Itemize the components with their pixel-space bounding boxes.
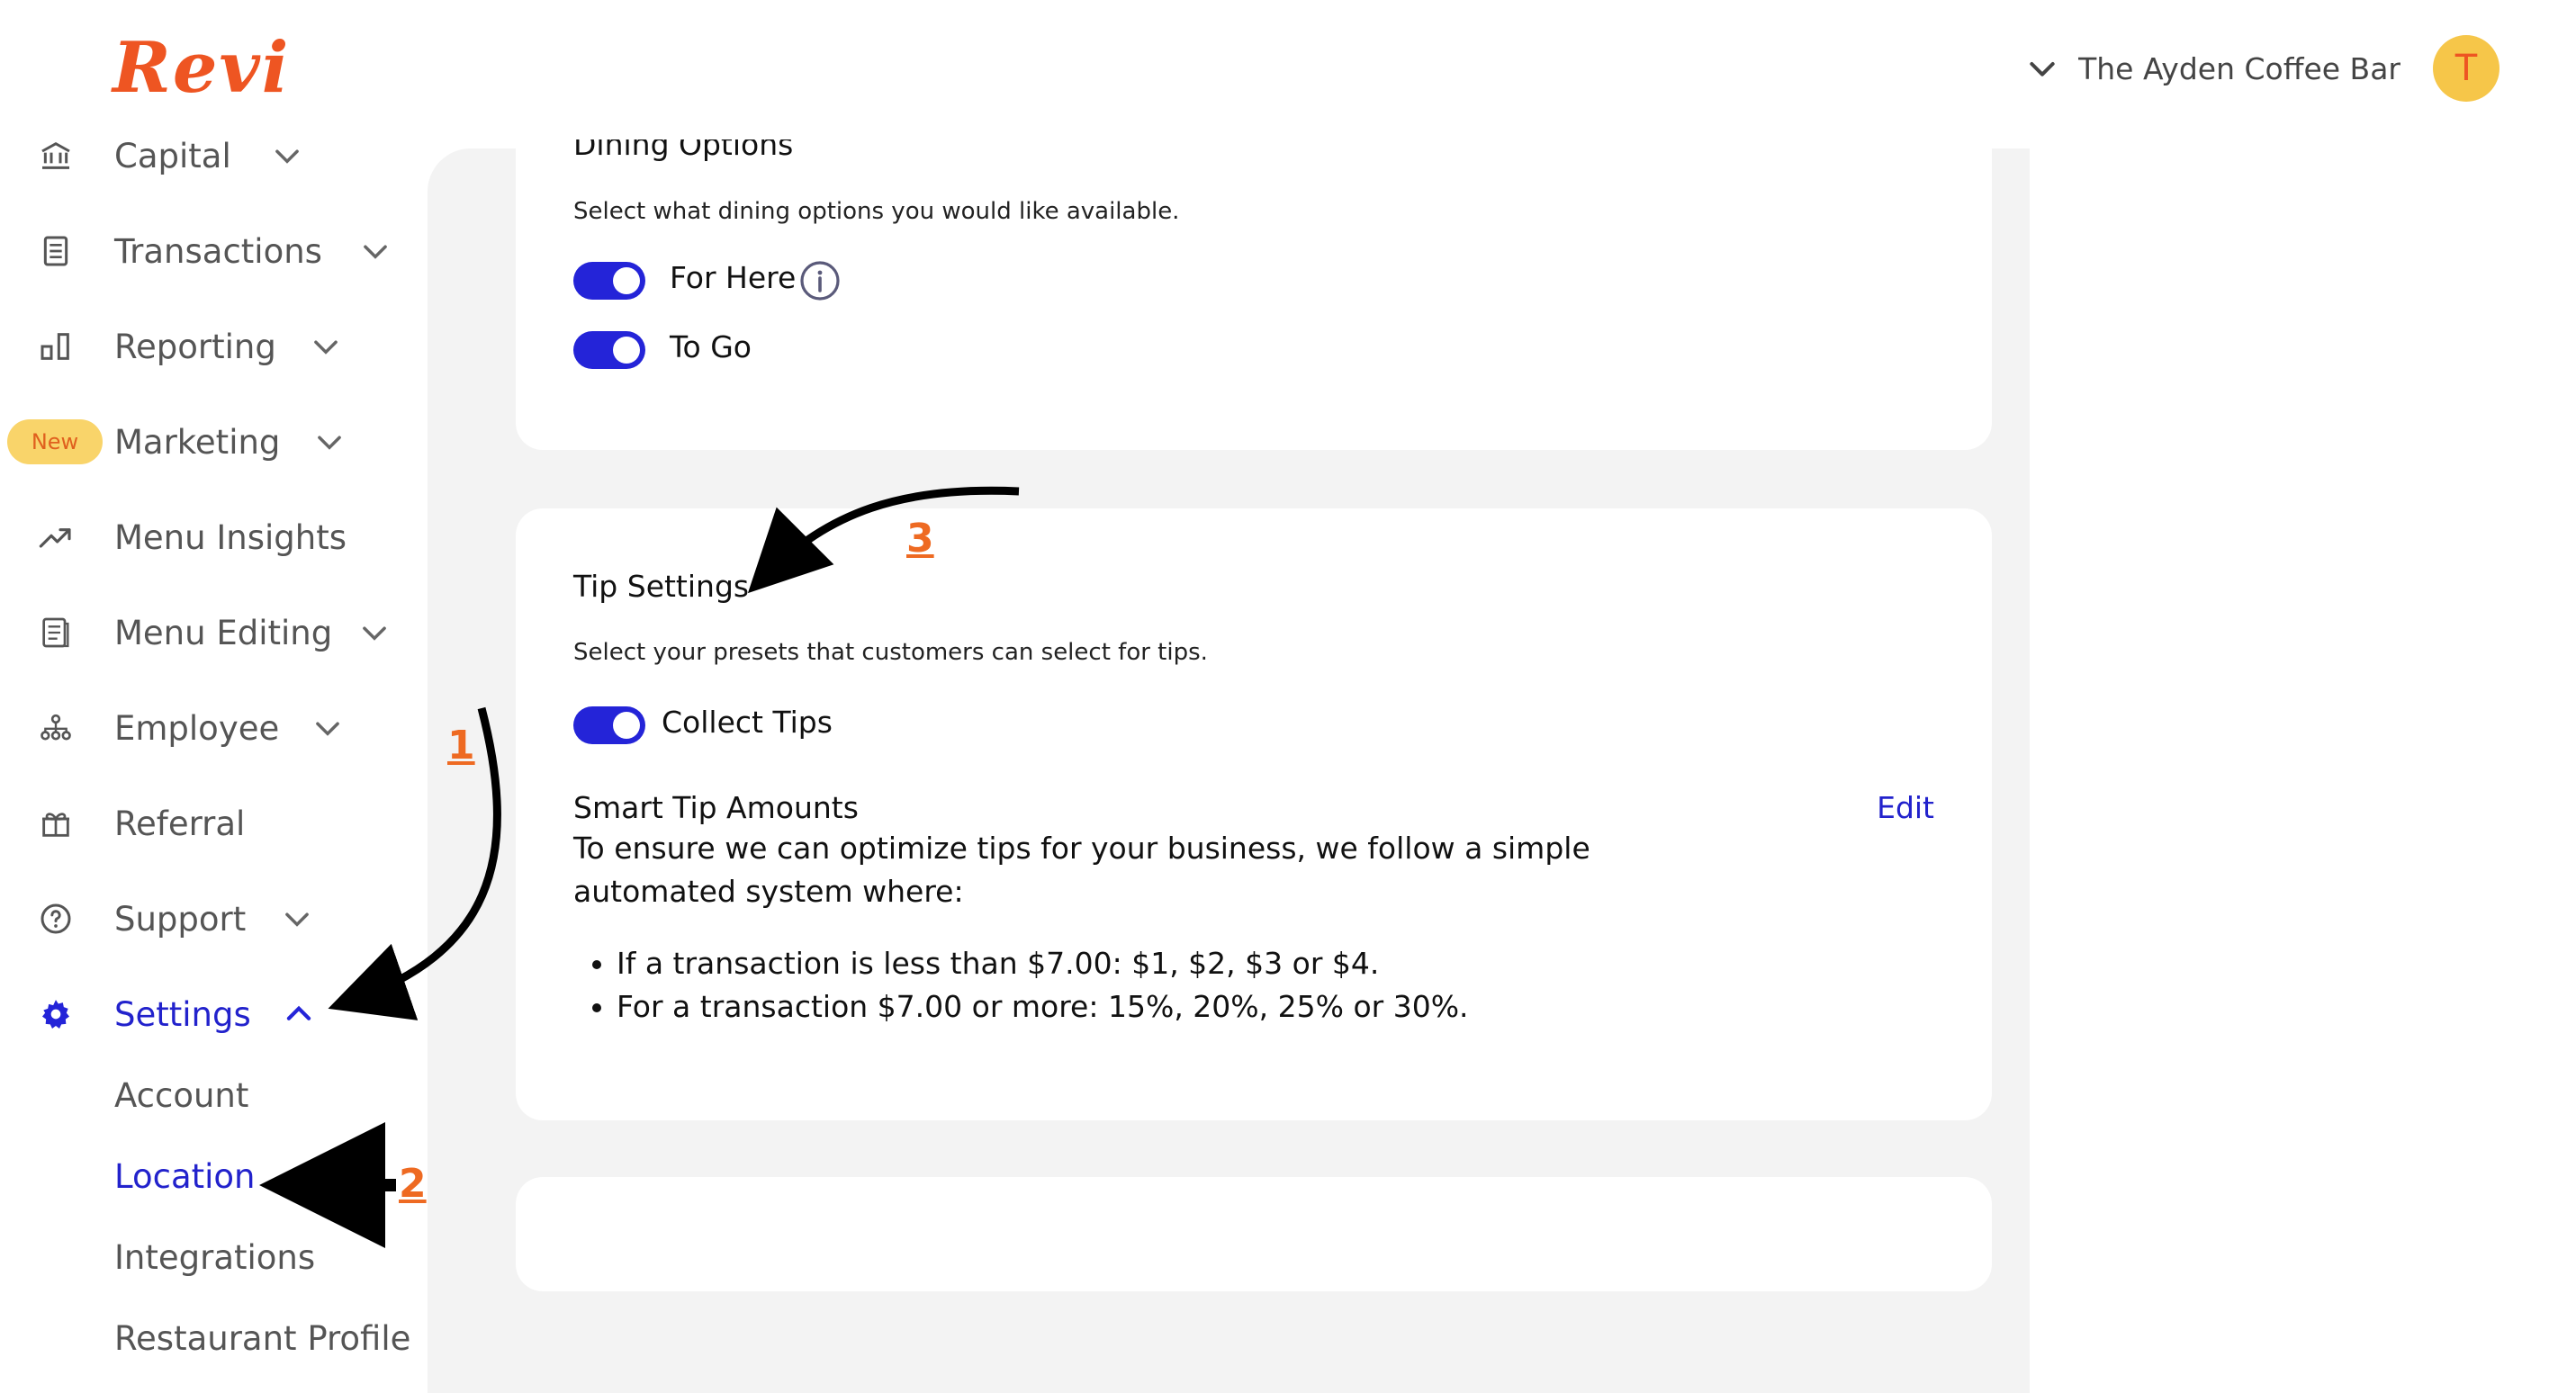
info-icon[interactable]	[798, 259, 842, 302]
step-2-label: 2	[399, 1161, 427, 1207]
sidebar-item-label: Menu Insights	[114, 517, 347, 557]
next-settings-card	[516, 1177, 1992, 1291]
bank-icon	[34, 134, 77, 177]
new-badge: New	[7, 419, 103, 464]
avatar[interactable]: T	[2433, 35, 2499, 102]
sidebar-item-label: Reporting	[114, 327, 276, 366]
collect-tips-label: Collect Tips	[662, 705, 833, 740]
dining-options-card: Dining Options Select what dining option…	[516, 139, 1992, 450]
dining-options-description: Select what dining options you would lik…	[573, 198, 1180, 225]
sidebar-item-label: Transactions	[114, 231, 322, 271]
tip-settings-description: Select your presets that customers can s…	[573, 639, 1208, 666]
chevron-down-icon[interactable]	[357, 616, 392, 650]
smart-tip-explanation: To ensure we can optimize tips for your …	[573, 831, 1590, 909]
edit-smart-tips-link[interactable]: Edit	[1877, 790, 1934, 825]
sidebar-item-reporting[interactable]: Reporting	[0, 315, 428, 378]
subnav-location[interactable]: Location	[114, 1157, 256, 1196]
trend-up-icon	[34, 516, 77, 559]
chevron-down-icon[interactable]	[309, 329, 343, 364]
sidebar-item-referral[interactable]: Referral	[0, 792, 428, 855]
sidebar-item-settings[interactable]: Settings	[0, 983, 428, 1046]
sidebar-item-marketing[interactable]: New Marketing	[0, 410, 428, 473]
sidebar-item-label: Capital	[114, 136, 231, 175]
sidebar-item-label: Support	[114, 899, 247, 939]
chevron-down-icon[interactable]	[312, 425, 347, 459]
sidebar-item-capital[interactable]: Capital	[0, 124, 428, 187]
chevron-down-icon[interactable]	[280, 902, 314, 936]
sidebar-item-label: Marketing	[114, 422, 281, 462]
sidebar-item-transactions[interactable]: Transactions	[0, 220, 428, 283]
dining-options-title: Dining Options	[573, 139, 794, 162]
chevron-down-icon[interactable]	[270, 139, 304, 173]
list-item: If a transaction is less than $7.00: $1,…	[617, 942, 1469, 985]
to-go-label: To Go	[670, 329, 752, 364]
sidebar-item-menu-editing[interactable]: Menu Editing	[0, 601, 428, 664]
subnav-integrations[interactable]: Integrations	[114, 1238, 315, 1277]
account-switcher[interactable]: The Ayden Coffee Bar T	[2024, 34, 2499, 103]
receipt-icon	[34, 229, 77, 273]
menu-card-icon	[34, 611, 77, 654]
sidebar-item-menu-insights[interactable]: Menu Insights	[0, 506, 428, 569]
tip-settings-title: Tip Settings	[573, 569, 750, 604]
main-content: Dining Options Select what dining option…	[428, 139, 2030, 1393]
to-go-toggle[interactable]	[573, 331, 645, 369]
chevron-down-icon[interactable]	[358, 234, 392, 268]
sidebar-item-label: Settings	[114, 994, 251, 1034]
step-3-label: 3	[906, 516, 934, 562]
smart-tip-amounts-title: Smart Tip Amounts	[573, 790, 859, 825]
chevron-down-icon[interactable]	[311, 711, 345, 745]
chevron-up-icon[interactable]	[282, 997, 316, 1031]
step-1-label: 1	[447, 723, 475, 768]
bar-chart-icon	[34, 325, 77, 368]
subnav-account[interactable]: Account	[114, 1076, 248, 1115]
gear-icon	[34, 993, 77, 1036]
sidebar-item-employee[interactable]: Employee	[0, 696, 428, 759]
list-item: For a transaction $7.00 or more: 15%, 20…	[617, 985, 1469, 1029]
gift-icon	[34, 802, 77, 845]
tip-settings-card: Tip Settings Select your presets that cu…	[516, 508, 1992, 1120]
for-here-label: For Here	[670, 260, 797, 295]
for-here-toggle[interactable]	[573, 262, 645, 300]
business-name: The Ayden Coffee Bar	[2078, 50, 2400, 86]
sidebar-item-support[interactable]: Support	[0, 887, 428, 950]
revi-logo[interactable]: Revi	[113, 27, 290, 109]
chevron-down-icon	[2030, 62, 2055, 76]
subnav-restaurant-profile[interactable]: Restaurant Profile	[114, 1319, 410, 1358]
sidebar-item-label: Employee	[114, 708, 280, 748]
org-chart-icon	[34, 706, 77, 750]
collect-tips-toggle[interactable]	[573, 706, 645, 744]
help-icon	[34, 897, 77, 940]
sidebar-item-label: Referral	[114, 804, 246, 843]
sidebar-item-label: Menu Editing	[114, 613, 333, 652]
tip-rules-list: If a transaction is less than $7.00: $1,…	[617, 942, 1469, 1029]
